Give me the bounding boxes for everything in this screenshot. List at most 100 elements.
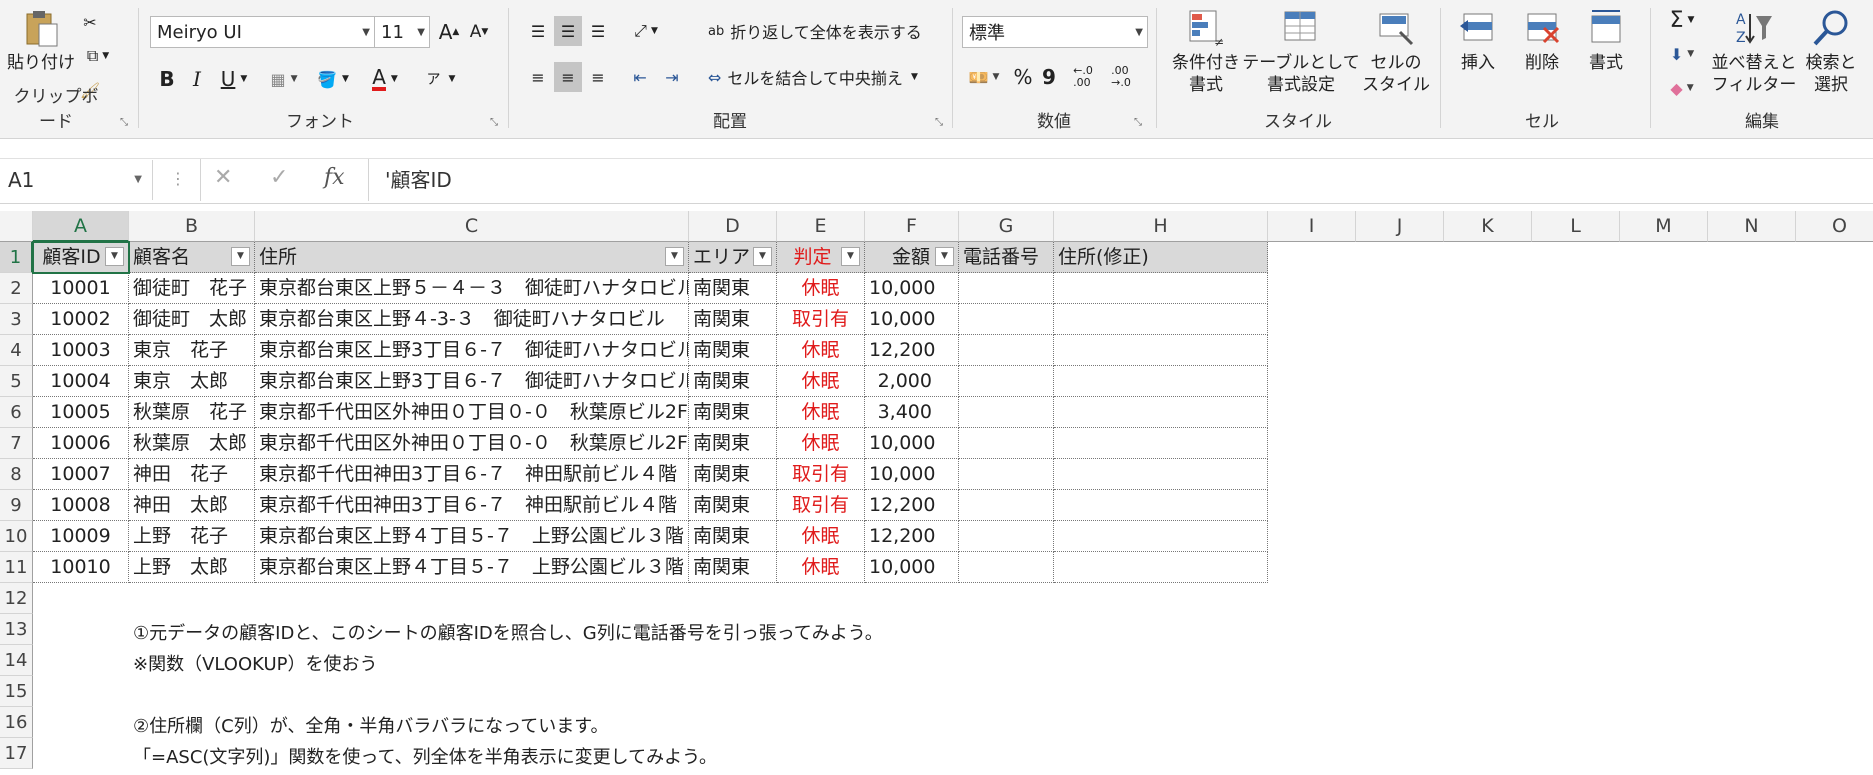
row-header-1[interactable]: 1 <box>0 242 33 273</box>
name-box[interactable]: A1 ▼ <box>0 160 153 200</box>
cell-E1[interactable]: 判定 ▼ <box>777 242 865 273</box>
cell-styles-button[interactable]: セルの スタイル <box>1356 8 1436 96</box>
format-button[interactable]: 書式 <box>1576 8 1636 74</box>
filter-dropdown-icon[interactable]: ▼ <box>753 247 772 266</box>
column-header-E[interactable]: E <box>777 211 865 242</box>
column-header-K[interactable]: K <box>1444 211 1532 242</box>
orientation-icon[interactable]: ⤢ ▼ <box>626 16 666 46</box>
column-header-O[interactable]: O <box>1796 211 1873 242</box>
cell-A5[interactable]: 10004 <box>33 366 129 397</box>
format-as-table-button[interactable]: テーブルとして 書式設定 <box>1242 8 1360 96</box>
underline-button[interactable]: U ▼ <box>214 64 254 94</box>
cell-F7[interactable]: 10,000 <box>865 428 959 459</box>
cell-F4[interactable]: 12,200 <box>865 335 959 366</box>
cell-D11[interactable]: 南関東 <box>689 552 777 583</box>
cell-A6[interactable]: 10005 <box>33 397 129 428</box>
clear-icon[interactable]: ◆ ▼ <box>1662 74 1702 102</box>
cell-E8[interactable]: 取引有 <box>777 459 865 490</box>
cell-C10[interactable]: 東京都台東区上野４丁目５-７ 上野公園ビル３階 <box>255 521 689 552</box>
fill-color-icon[interactable]: 🪣 ▼ <box>310 64 356 94</box>
cell-H7[interactable] <box>1054 428 1268 459</box>
cell-D4[interactable]: 南関東 <box>689 335 777 366</box>
merge-center-button[interactable]: ⇔ セルを結合して中央揃え ▼ <box>708 62 948 92</box>
cell-C5[interactable]: 東京都台東区上野3丁目６-７ 御徒町ハナタロビル <box>255 366 689 397</box>
number-format-select[interactable]: 標準 ▼ <box>962 16 1148 48</box>
cell-A4[interactable]: 10003 <box>33 335 129 366</box>
row-header-8[interactable]: 8 <box>0 459 33 490</box>
select-all-corner[interactable] <box>0 211 33 242</box>
column-header-D[interactable]: D <box>689 211 777 242</box>
increase-indent-icon[interactable]: ⇥ <box>658 62 686 92</box>
cell-G7[interactable] <box>959 428 1054 459</box>
decrease-indent-icon[interactable]: ⇤ <box>626 62 654 92</box>
cell-C4[interactable]: 東京都台東区上野3丁目６-７ 御徒町ハナタロビル <box>255 335 689 366</box>
enter-icon[interactable]: ✓ <box>270 165 288 190</box>
row-header-6[interactable]: 6 <box>0 397 33 428</box>
increase-decimal-button[interactable]: ←.0 .00 <box>1066 62 1100 92</box>
comma-button[interactable]: 9 <box>1038 62 1060 92</box>
cell-H9[interactable] <box>1054 490 1268 521</box>
column-header-C[interactable]: C <box>255 211 689 242</box>
cell-F2[interactable]: 10,000 <box>865 273 959 304</box>
row-header-17[interactable]: 17 <box>0 738 33 769</box>
column-header-M[interactable]: M <box>1620 211 1708 242</box>
cell-H8[interactable] <box>1054 459 1268 490</box>
insert-function-icon[interactable]: fx <box>324 165 345 190</box>
cell-D6[interactable]: 南関東 <box>689 397 777 428</box>
cell-E3[interactable]: 取引有 <box>777 304 865 335</box>
fill-down-icon[interactable]: ⬇ ▼ <box>1662 40 1702 68</box>
conditional-format-button[interactable]: ≠ 条件付き 書式 <box>1166 8 1246 96</box>
align-left-icon[interactable]: ≡ <box>524 62 552 92</box>
wrap-text-button[interactable]: ab 折り返して全体を表示する <box>708 16 938 46</box>
cell-G9[interactable] <box>959 490 1054 521</box>
cell-E4[interactable]: 休眠 <box>777 335 865 366</box>
cut-icon[interactable]: ✂ <box>78 10 102 34</box>
row-header-10[interactable]: 10 <box>0 521 33 552</box>
paste-button[interactable]: 貼り付け <box>6 8 76 74</box>
cell-E5[interactable]: 休眠 <box>777 366 865 397</box>
formula-input[interactable]: '顧客ID <box>385 159 452 201</box>
cell-F8[interactable]: 10,000 <box>865 459 959 490</box>
cell-E2[interactable]: 休眠 <box>777 273 865 304</box>
cell-E9[interactable]: 取引有 <box>777 490 865 521</box>
sort-filter-button[interactable]: AZ 並べ替えと フィルター <box>1712 8 1797 96</box>
cell-C2[interactable]: 東京都台東区上野５－４－３ 御徒町ハナタロビル <box>255 273 689 304</box>
cancel-icon[interactable]: ✕ <box>214 165 232 190</box>
cell-B2[interactable]: 御徒町 花子 <box>129 273 255 304</box>
font-launcher-icon[interactable]: ⤡ <box>490 117 501 128</box>
column-header-H[interactable]: H <box>1054 211 1268 242</box>
cell-B4[interactable]: 東京 花子 <box>129 335 255 366</box>
cell-B10[interactable]: 上野 花子 <box>129 521 255 552</box>
cell-A9[interactable]: 10008 <box>33 490 129 521</box>
cell-H10[interactable] <box>1054 521 1268 552</box>
column-header-F[interactable]: F <box>865 211 959 242</box>
alignment-launcher-icon[interactable]: ⤡ <box>935 117 946 128</box>
cell-G10[interactable] <box>959 521 1054 552</box>
row-header-7[interactable]: 7 <box>0 428 33 459</box>
cell-B8[interactable]: 神田 花子 <box>129 459 255 490</box>
cell-C8[interactable]: 東京都千代田神田3丁目６-７ 神田駅前ビル４階 <box>255 459 689 490</box>
cell-D2[interactable]: 南関東 <box>689 273 777 304</box>
cell-E10[interactable]: 休眠 <box>777 521 865 552</box>
italic-button[interactable]: I <box>184 64 210 94</box>
cell-B9[interactable]: 神田 太郎 <box>129 490 255 521</box>
cell-F9[interactable]: 12,200 <box>865 490 959 521</box>
cell-D3[interactable]: 南関東 <box>689 304 777 335</box>
column-header-A[interactable]: A <box>33 211 129 242</box>
cell-A2[interactable]: 10001 <box>33 273 129 304</box>
cell-F6[interactable]: 3,400 <box>865 397 959 428</box>
cell-G8[interactable] <box>959 459 1054 490</box>
cell-D8[interactable]: 南関東 <box>689 459 777 490</box>
filter-dropdown-icon[interactable]: ▼ <box>231 247 250 266</box>
cell-B5[interactable]: 東京 太郎 <box>129 366 255 397</box>
copy-icon[interactable]: ⧉ ▼ <box>78 44 118 68</box>
align-right-icon[interactable]: ≡ <box>584 62 612 92</box>
cell-A3[interactable]: 10002 <box>33 304 129 335</box>
cell-C1[interactable]: 住所 ▼ <box>255 242 689 273</box>
cell-G5[interactable] <box>959 366 1054 397</box>
bold-button[interactable]: B <box>154 64 180 94</box>
cell-B1[interactable]: 顧客名 ▼ <box>129 242 255 273</box>
font-size-select[interactable]: 11 ▼ <box>374 16 430 48</box>
autosum-button[interactable]: Σ ▼ <box>1662 6 1702 34</box>
row-header-3[interactable]: 3 <box>0 304 33 335</box>
